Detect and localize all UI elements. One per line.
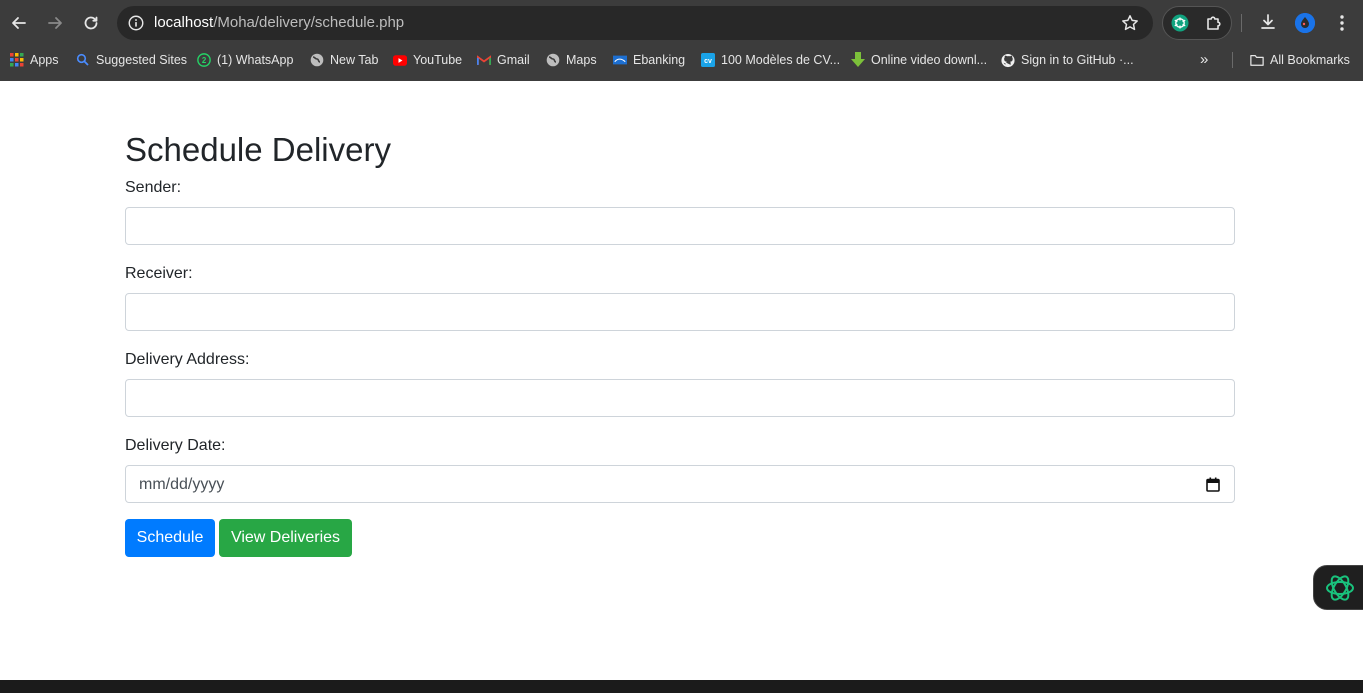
bookmark-apps[interactable]: Apps (10, 51, 59, 69)
svg-text:cv: cv (704, 58, 712, 65)
delivery-date-input[interactable]: mm/dd/yyyy (125, 465, 1235, 503)
bookmark-gmail[interactable]: Gmail (477, 51, 530, 69)
chatgpt-floating-widget[interactable] (1313, 565, 1363, 610)
os-taskbar (0, 680, 1363, 693)
kebab-menu-icon[interactable] (1333, 13, 1351, 33)
whatsapp-icon: 2 (197, 53, 211, 67)
globe-icon (546, 53, 560, 67)
back-button[interactable] (6, 10, 32, 36)
all-bookmarks-button[interactable]: All Bookmarks (1250, 51, 1350, 69)
bookmark-star-icon[interactable] (1121, 14, 1139, 32)
address-bar[interactable]: localhost/Moha/delivery/schedule.php (117, 6, 1153, 40)
schedule-button[interactable]: Schedule (125, 519, 215, 557)
calendar-icon[interactable] (1206, 477, 1220, 492)
search-icon (76, 53, 90, 67)
openai-logo-icon (1326, 574, 1354, 601)
page-body: Schedule Delivery Sender: Receiver: Deli… (0, 81, 1363, 680)
globe-icon (310, 53, 324, 67)
sender-label: Sender: (125, 179, 182, 196)
bookmark-new-tab[interactable]: New Tab (310, 51, 378, 69)
bank-icon (613, 53, 627, 67)
browser-chrome: localhost/Moha/delivery/schedule.php App… (0, 0, 1363, 81)
bookmark-whatsapp[interactable]: 2 (1) WhatsApp (197, 51, 293, 69)
folder-icon (1250, 53, 1264, 67)
url-path: /Moha/delivery/schedule.php (213, 14, 405, 31)
date-placeholder: mm/dd/yyyy (139, 476, 225, 493)
bookmark-label: (1) WhatsApp (217, 53, 294, 67)
gmail-icon (477, 53, 491, 67)
bookmark-label: 100 Modèles de CV... (721, 53, 841, 67)
bookmark-ebanking[interactable]: Ebanking (613, 51, 685, 69)
toolbar-separator (1241, 14, 1242, 32)
reload-button[interactable] (78, 10, 104, 36)
url-host: localhost (154, 14, 214, 31)
bookmark-label: New Tab (330, 53, 379, 67)
receiver-label: Receiver: (125, 265, 193, 282)
apps-grid-icon (10, 53, 24, 67)
extensions-area (1162, 6, 1232, 40)
extensions-puzzle-icon[interactable] (1205, 14, 1223, 32)
bookmark-label: Sign in to GitHub ·... (1021, 53, 1134, 67)
page-title: Schedule Delivery (125, 131, 391, 168)
bookmark-github[interactable]: Sign in to GitHub ·... (1001, 51, 1134, 69)
more-bookmarks-chevron[interactable]: » (1200, 51, 1208, 68)
bookmark-label: Online video downl... (871, 53, 988, 67)
delivery-address-input[interactable] (125, 379, 1235, 417)
bookmark-label: All Bookmarks (1270, 53, 1350, 67)
sender-input[interactable] (125, 207, 1235, 245)
reload-icon (84, 16, 98, 30)
bookmark-label: Apps (30, 53, 59, 67)
bookmark-cv-models[interactable]: cv 100 Modèles de CV... (701, 51, 840, 69)
bookmark-label: YouTube (413, 53, 463, 67)
bookmark-video-download[interactable]: Online video downl... (851, 51, 987, 69)
bookmark-suggested-sites[interactable]: Suggested Sites (76, 51, 187, 69)
profile-avatar[interactable] (1295, 13, 1315, 33)
github-icon (1001, 53, 1015, 67)
bookmark-youtube[interactable]: YouTube (393, 51, 462, 69)
url-text[interactable]: localhost/Moha/delivery/schedule.php (154, 14, 404, 31)
site-info-icon[interactable] (126, 13, 146, 33)
bookmarks-separator (1232, 52, 1233, 68)
back-arrow-icon (12, 17, 26, 29)
bookmark-label: Ebanking (633, 53, 686, 67)
download-arrow-icon (851, 52, 865, 67)
bookmark-maps[interactable]: Maps (546, 51, 597, 69)
cv-icon: cv (701, 53, 715, 67)
downloads-icon[interactable] (1259, 13, 1277, 31)
youtube-icon (393, 53, 407, 67)
chatgpt-extension-icon[interactable] (1171, 14, 1189, 32)
bookmark-label: Maps (566, 53, 597, 67)
delivery-date-label: Delivery Date: (125, 437, 226, 454)
bookmark-label: Suggested Sites (96, 53, 188, 67)
receiver-input[interactable] (125, 293, 1235, 331)
forward-arrow-icon (48, 17, 62, 29)
bookmark-label: Gmail (497, 53, 530, 67)
forward-button[interactable] (42, 10, 68, 36)
view-deliveries-button[interactable]: View Deliveries (219, 519, 352, 557)
svg-text:2: 2 (202, 56, 207, 65)
browser-toolbar: localhost/Moha/delivery/schedule.php (0, 0, 1363, 46)
delivery-address-label: Delivery Address: (125, 351, 250, 368)
